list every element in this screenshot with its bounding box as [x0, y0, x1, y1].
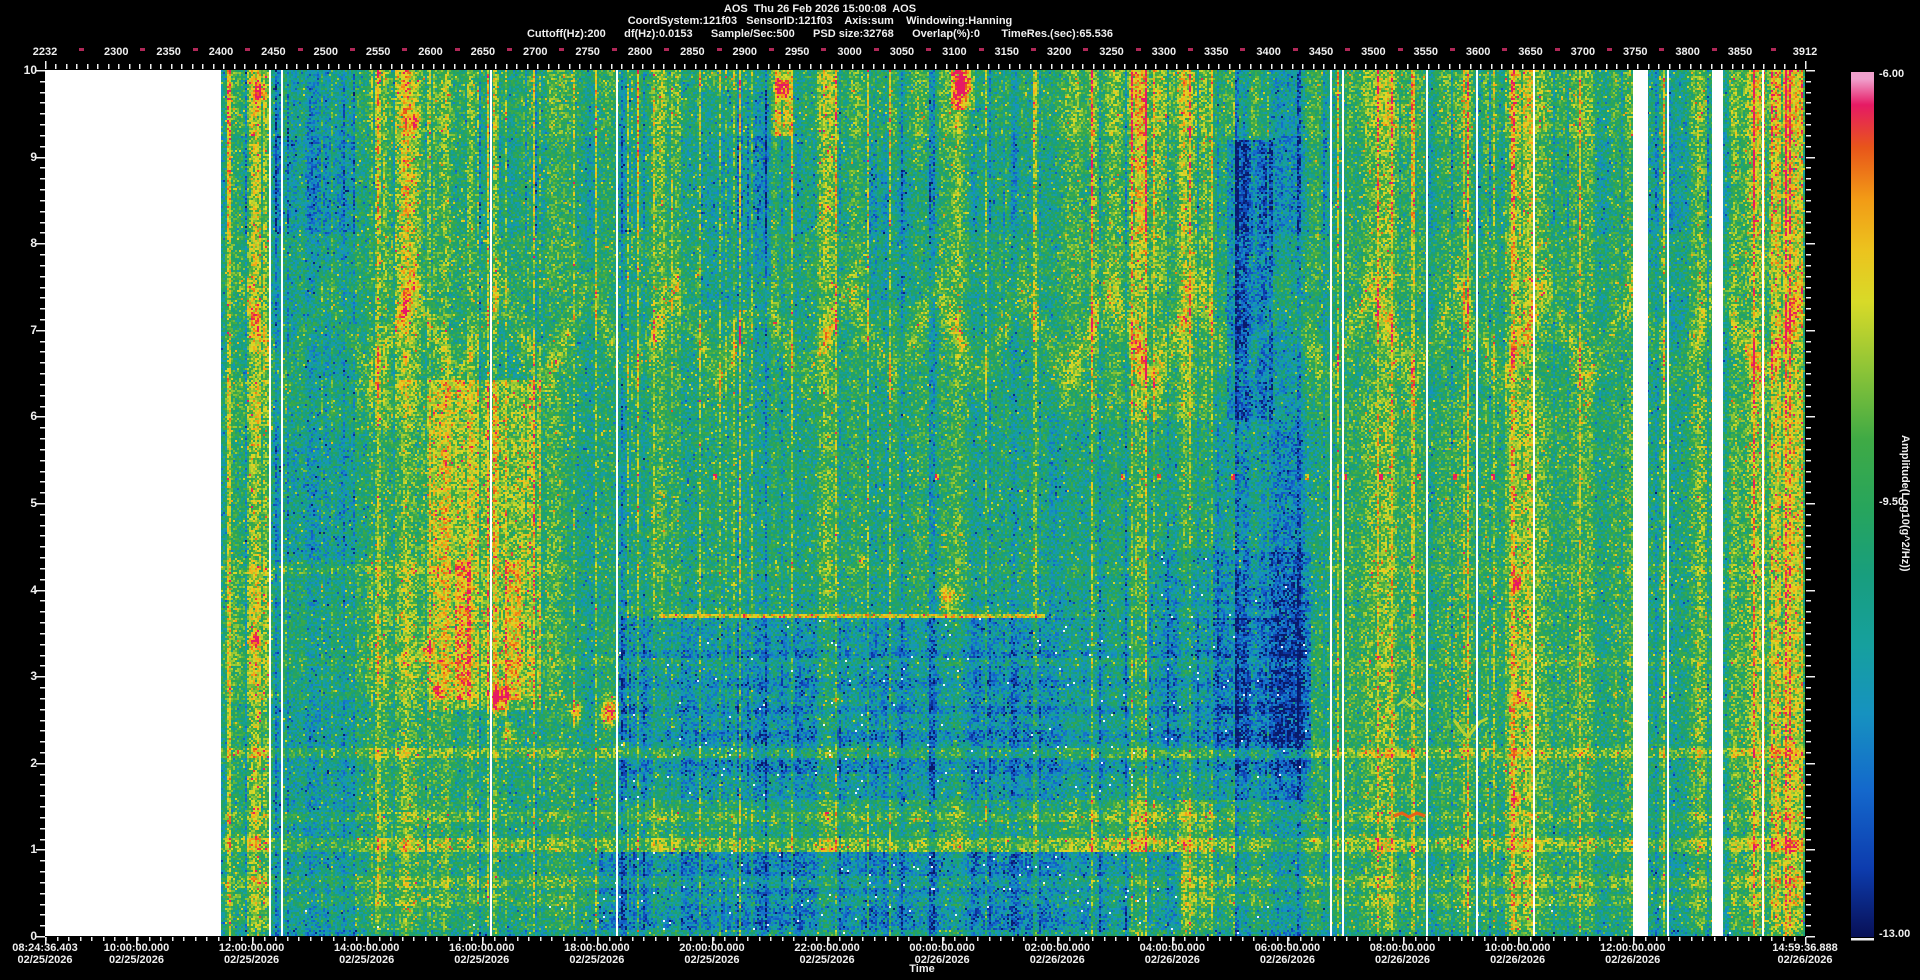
top-axis-label: 3150 — [994, 46, 1018, 58]
amplitude-axis-title: Amplitude(Log10(g^2/Hz)) — [1899, 70, 1911, 936]
top-axis-label: 3350 — [1204, 46, 1228, 58]
top-axis-label: 3250 — [1099, 46, 1123, 58]
top-axis-label: 3850 — [1728, 46, 1752, 58]
frequency-tick-label: 6 — [0, 409, 37, 423]
top-axis-label: 2400 — [209, 46, 233, 58]
colorbar — [1851, 72, 1874, 937]
top-axis-label: 2850 — [680, 46, 704, 58]
top-axis-label: 2700 — [523, 46, 547, 58]
frequency-tick-label: 3 — [0, 669, 37, 683]
frequency-tick-label: 1 — [0, 842, 37, 856]
top-axis-label: 2750 — [575, 46, 599, 58]
time-tick-label: 22:00:00.00002/25/2026 — [794, 943, 859, 966]
frequency-tick-label: 4 — [0, 583, 37, 597]
time-tick-label: 06:00:00.00002/26/2026 — [1255, 943, 1320, 966]
top-axis-label: 3000 — [837, 46, 861, 58]
top-axis-label: 3700 — [1571, 46, 1595, 58]
spectrogram-canvas[interactable] — [45, 70, 1805, 936]
time-tick-label: 04:00:00.00002/26/2026 — [1140, 943, 1205, 966]
time-tick-label: 14:59:36.88802/26/2026 — [1772, 943, 1837, 966]
top-axis-label: 3600 — [1466, 46, 1490, 58]
top-axis-label: 3450 — [1309, 46, 1333, 58]
top-axis-label: 3500 — [1361, 46, 1385, 58]
time-tick-label: 12:00:00.00002/26/2026 — [1600, 943, 1665, 966]
frequency-tick-label: 8 — [0, 236, 37, 250]
top-axis-label: 3200 — [1047, 46, 1071, 58]
top-axis-label: 2800 — [628, 46, 652, 58]
time-axis-title: Time — [909, 963, 934, 975]
frequency-tick-label: 5 — [0, 496, 37, 510]
top-axis-label: 3100 — [942, 46, 966, 58]
top-axis-label: 2600 — [418, 46, 442, 58]
time-tick-label: 08:24:36.40302/25/2026 — [12, 943, 77, 966]
top-axis-label: 2300 — [104, 46, 128, 58]
top-axis-label: 2450 — [261, 46, 285, 58]
top-axis-label: 2950 — [785, 46, 809, 58]
top-axis-label: 2500 — [314, 46, 338, 58]
app-window: AOS Thu 26 Feb 2026 15:00:08 AOS CoordSy… — [0, 0, 1920, 980]
time-tick-label: 02:00:00.00002/26/2026 — [1025, 943, 1090, 966]
time-tick-label: 10:00:00.00002/25/2026 — [104, 943, 169, 966]
top-axis-label: 2900 — [733, 46, 757, 58]
frequency-tick-label: 2 — [0, 756, 37, 770]
top-axis-label: 3300 — [1152, 46, 1176, 58]
time-tick-label: 12:00:00.00002/25/2026 — [219, 943, 284, 966]
top-axis-label: 2650 — [471, 46, 495, 58]
time-tick-label: 20:00:00.00002/25/2026 — [679, 943, 744, 966]
top-axis-label: 2550 — [366, 46, 390, 58]
top-axis-label: 2350 — [156, 46, 180, 58]
frequency-tick-label: 10 — [0, 63, 37, 77]
top-axis-label: 3400 — [1256, 46, 1280, 58]
top-axis-label: 3912 — [1793, 46, 1817, 58]
top-axis-label: 3650 — [1518, 46, 1542, 58]
top-axis-label: 3800 — [1675, 46, 1699, 58]
time-tick-label: 08:00:00.00002/26/2026 — [1370, 943, 1435, 966]
time-tick-label: 16:00:00.00002/25/2026 — [449, 943, 514, 966]
top-axis-label: 3550 — [1414, 46, 1438, 58]
top-axis-label: 2232 — [33, 46, 57, 58]
time-tick-label: 18:00:00.00002/25/2026 — [564, 943, 629, 966]
frequency-tick-label: 9 — [0, 150, 37, 164]
frequency-tick-label: 7 — [0, 323, 37, 337]
frequency-tick-label: 0 — [0, 929, 37, 943]
top-axis-label: 3050 — [890, 46, 914, 58]
time-tick-label: 10:00:00.00002/26/2026 — [1485, 943, 1550, 966]
time-tick-label: 14:00:00.00002/25/2026 — [334, 943, 399, 966]
top-axis-label: 3750 — [1623, 46, 1647, 58]
